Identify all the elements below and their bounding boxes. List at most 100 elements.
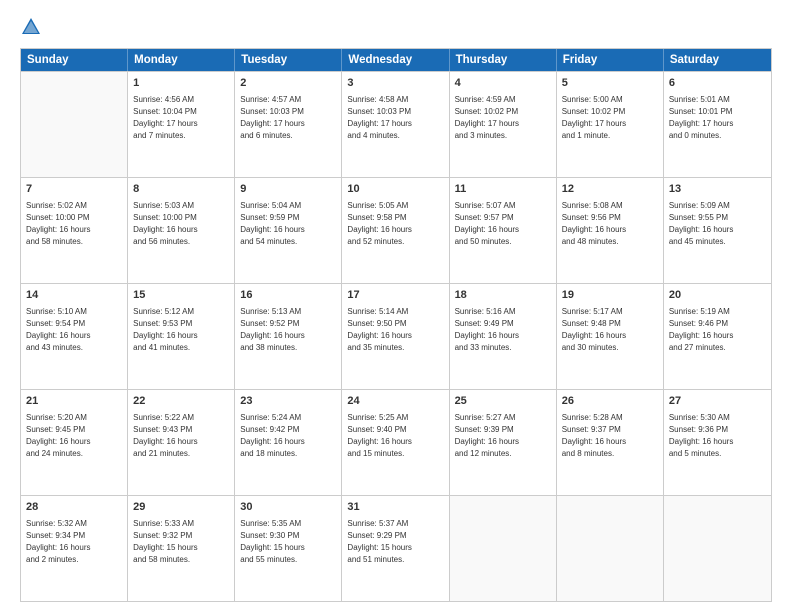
day-info: Sunrise: 5:12 AMSunset: 9:53 PMDaylight:… bbox=[133, 306, 229, 354]
day-info: Sunrise: 5:03 AMSunset: 10:00 PMDaylight… bbox=[133, 200, 229, 248]
table-row: 4 Sunrise: 4:59 AMSunset: 10:02 PMDayligh… bbox=[450, 72, 557, 177]
day-info: Sunrise: 5:10 AMSunset: 9:54 PMDaylight:… bbox=[26, 306, 122, 354]
table-row: 19 Sunrise: 5:17 AMSunset: 9:48 PMDayligh… bbox=[557, 284, 664, 389]
table-row: 8 Sunrise: 5:03 AMSunset: 10:00 PMDayligh… bbox=[128, 178, 235, 283]
calendar-body: 1 Sunrise: 4:56 AMSunset: 10:04 PMDayligh… bbox=[21, 71, 771, 601]
header-day-tuesday: Tuesday bbox=[235, 49, 342, 71]
day-info: Sunrise: 5:25 AMSunset: 9:40 PMDaylight:… bbox=[347, 412, 443, 460]
day-info: Sunrise: 4:58 AMSunset: 10:03 PMDaylight… bbox=[347, 94, 443, 142]
day-info: Sunrise: 5:08 AMSunset: 9:56 PMDaylight:… bbox=[562, 200, 658, 248]
day-number: 13 bbox=[669, 182, 766, 198]
table-row: 14 Sunrise: 5:10 AMSunset: 9:54 PMDayligh… bbox=[21, 284, 128, 389]
header-day-monday: Monday bbox=[128, 49, 235, 71]
page: SundayMondayTuesdayWednesdayThursdayFrid… bbox=[0, 0, 792, 612]
table-row: 23 Sunrise: 5:24 AMSunset: 9:42 PMDayligh… bbox=[235, 390, 342, 495]
table-row: 17 Sunrise: 5:14 AMSunset: 9:50 PMDayligh… bbox=[342, 284, 449, 389]
day-info: Sunrise: 5:14 AMSunset: 9:50 PMDaylight:… bbox=[347, 306, 443, 354]
day-info: Sunrise: 5:05 AMSunset: 9:58 PMDaylight:… bbox=[347, 200, 443, 248]
day-number: 3 bbox=[347, 76, 443, 92]
table-row: 15 Sunrise: 5:12 AMSunset: 9:53 PMDayligh… bbox=[128, 284, 235, 389]
day-number: 1 bbox=[133, 76, 229, 92]
day-number: 18 bbox=[455, 288, 551, 304]
day-info: Sunrise: 5:24 AMSunset: 9:42 PMDaylight:… bbox=[240, 412, 336, 460]
table-row: 25Sunrise: 5:27 AMSunset: 9:39 PMDayligh… bbox=[450, 390, 557, 495]
table-row: 5 Sunrise: 5:00 AMSunset: 10:02 PMDayligh… bbox=[557, 72, 664, 177]
day-info: Sunrise: 5:13 AMSunset: 9:52 PMDaylight:… bbox=[240, 306, 336, 354]
header-day-thursday: Thursday bbox=[450, 49, 557, 71]
day-number: 26 bbox=[562, 394, 658, 410]
table-row: 7 Sunrise: 5:02 AMSunset: 10:00 PMDayligh… bbox=[21, 178, 128, 283]
table-row bbox=[450, 496, 557, 601]
day-info: Sunrise: 5:35 AMSunset: 9:30 PMDaylight:… bbox=[240, 518, 336, 566]
header-day-friday: Friday bbox=[557, 49, 664, 71]
day-number: 30 bbox=[240, 500, 336, 516]
table-row: 27 Sunrise: 5:30 AMSunset: 9:36 PMDayligh… bbox=[664, 390, 771, 495]
table-row: 28 Sunrise: 5:32 AMSunset: 9:34 PMDayligh… bbox=[21, 496, 128, 601]
table-row bbox=[21, 72, 128, 177]
day-number: 14 bbox=[26, 288, 122, 304]
day-info: Sunrise: 5:37 AMSunset: 9:29 PMDaylight:… bbox=[347, 518, 443, 566]
table-row: 12Sunrise: 5:08 AMSunset: 9:56 PMDayligh… bbox=[557, 178, 664, 283]
day-info: Sunrise: 5:20 AMSunset: 9:45 PMDaylight:… bbox=[26, 412, 122, 460]
day-number: 31 bbox=[347, 500, 443, 516]
table-row: 16Sunrise: 5:13 AMSunset: 9:52 PMDayligh… bbox=[235, 284, 342, 389]
day-number: 6 bbox=[669, 76, 766, 92]
table-row: 30 Sunrise: 5:35 AMSunset: 9:30 PMDayligh… bbox=[235, 496, 342, 601]
day-number: 15 bbox=[133, 288, 229, 304]
day-number: 23 bbox=[240, 394, 336, 410]
day-info: Sunrise: 5:19 AMSunset: 9:46 PMDaylight:… bbox=[669, 306, 766, 354]
day-number: 29 bbox=[133, 500, 229, 516]
day-info: Sunrise: 5:32 AMSunset: 9:34 PMDaylight:… bbox=[26, 518, 122, 566]
day-info: Sunrise: 5:01 AMSunset: 10:01 PMDaylight… bbox=[669, 94, 766, 142]
day-number: 28 bbox=[26, 500, 122, 516]
day-number: 9 bbox=[240, 182, 336, 198]
table-row: 18 Sunrise: 5:16 AMSunset: 9:49 PMDayligh… bbox=[450, 284, 557, 389]
table-row: 10 Sunrise: 5:05 AMSunset: 9:58 PMDayligh… bbox=[342, 178, 449, 283]
day-info: Sunrise: 5:17 AMSunset: 9:48 PMDaylight:… bbox=[562, 306, 658, 354]
day-number: 8 bbox=[133, 182, 229, 198]
table-row: 13 Sunrise: 5:09 AMSunset: 9:55 PMDayligh… bbox=[664, 178, 771, 283]
day-info: Sunrise: 4:59 AMSunset: 10:02 PMDaylight… bbox=[455, 94, 551, 142]
day-info: Sunrise: 5:09 AMSunset: 9:55 PMDaylight:… bbox=[669, 200, 766, 248]
table-row: 31 Sunrise: 5:37 AMSunset: 9:29 PMDayligh… bbox=[342, 496, 449, 601]
header-day-sunday: Sunday bbox=[21, 49, 128, 71]
table-row: 29 Sunrise: 5:33 AMSunset: 9:32 PMDayligh… bbox=[128, 496, 235, 601]
table-row: 21Sunrise: 5:20 AMSunset: 9:45 PMDayligh… bbox=[21, 390, 128, 495]
day-number: 27 bbox=[669, 394, 766, 410]
day-number: 4 bbox=[455, 76, 551, 92]
day-number: 19 bbox=[562, 288, 658, 304]
day-info: Sunrise: 5:30 AMSunset: 9:36 PMDaylight:… bbox=[669, 412, 766, 460]
day-number: 20 bbox=[669, 288, 766, 304]
day-info: Sunrise: 5:07 AMSunset: 9:57 PMDaylight:… bbox=[455, 200, 551, 248]
day-number: 5 bbox=[562, 76, 658, 92]
table-row: 20 Sunrise: 5:19 AMSunset: 9:46 PMDayligh… bbox=[664, 284, 771, 389]
table-row: 6 Sunrise: 5:01 AMSunset: 10:01 PMDayligh… bbox=[664, 72, 771, 177]
table-row: 11Sunrise: 5:07 AMSunset: 9:57 PMDayligh… bbox=[450, 178, 557, 283]
day-number: 10 bbox=[347, 182, 443, 198]
table-row: 9Sunrise: 5:04 AMSunset: 9:59 PMDaylight… bbox=[235, 178, 342, 283]
calendar-row-2: 7 Sunrise: 5:02 AMSunset: 10:00 PMDayligh… bbox=[21, 177, 771, 283]
header-day-wednesday: Wednesday bbox=[342, 49, 449, 71]
day-number: 2 bbox=[240, 76, 336, 92]
day-info: Sunrise: 5:02 AMSunset: 10:00 PMDaylight… bbox=[26, 200, 122, 248]
table-row bbox=[664, 496, 771, 601]
table-row: 3 Sunrise: 4:58 AMSunset: 10:03 PMDayligh… bbox=[342, 72, 449, 177]
day-info: Sunrise: 5:00 AMSunset: 10:02 PMDaylight… bbox=[562, 94, 658, 142]
day-info: Sunrise: 5:16 AMSunset: 9:49 PMDaylight:… bbox=[455, 306, 551, 354]
calendar-row-5: 28 Sunrise: 5:32 AMSunset: 9:34 PMDayligh… bbox=[21, 495, 771, 601]
table-row: 26 Sunrise: 5:28 AMSunset: 9:37 PMDayligh… bbox=[557, 390, 664, 495]
table-row: 1 Sunrise: 4:56 AMSunset: 10:04 PMDayligh… bbox=[128, 72, 235, 177]
table-row: 22Sunrise: 5:22 AMSunset: 9:43 PMDayligh… bbox=[128, 390, 235, 495]
day-info: Sunrise: 5:28 AMSunset: 9:37 PMDaylight:… bbox=[562, 412, 658, 460]
header-day-saturday: Saturday bbox=[664, 49, 771, 71]
day-info: Sunrise: 5:33 AMSunset: 9:32 PMDaylight:… bbox=[133, 518, 229, 566]
day-info: Sunrise: 4:56 AMSunset: 10:04 PMDaylight… bbox=[133, 94, 229, 142]
table-row: 24Sunrise: 5:25 AMSunset: 9:40 PMDayligh… bbox=[342, 390, 449, 495]
day-info: Sunrise: 4:57 AMSunset: 10:03 PMDaylight… bbox=[240, 94, 336, 142]
day-number: 17 bbox=[347, 288, 443, 304]
day-number: 7 bbox=[26, 182, 122, 198]
calendar-row-4: 21Sunrise: 5:20 AMSunset: 9:45 PMDayligh… bbox=[21, 389, 771, 495]
logo bbox=[20, 16, 46, 38]
calendar-row-3: 14 Sunrise: 5:10 AMSunset: 9:54 PMDayligh… bbox=[21, 283, 771, 389]
table-row bbox=[557, 496, 664, 601]
